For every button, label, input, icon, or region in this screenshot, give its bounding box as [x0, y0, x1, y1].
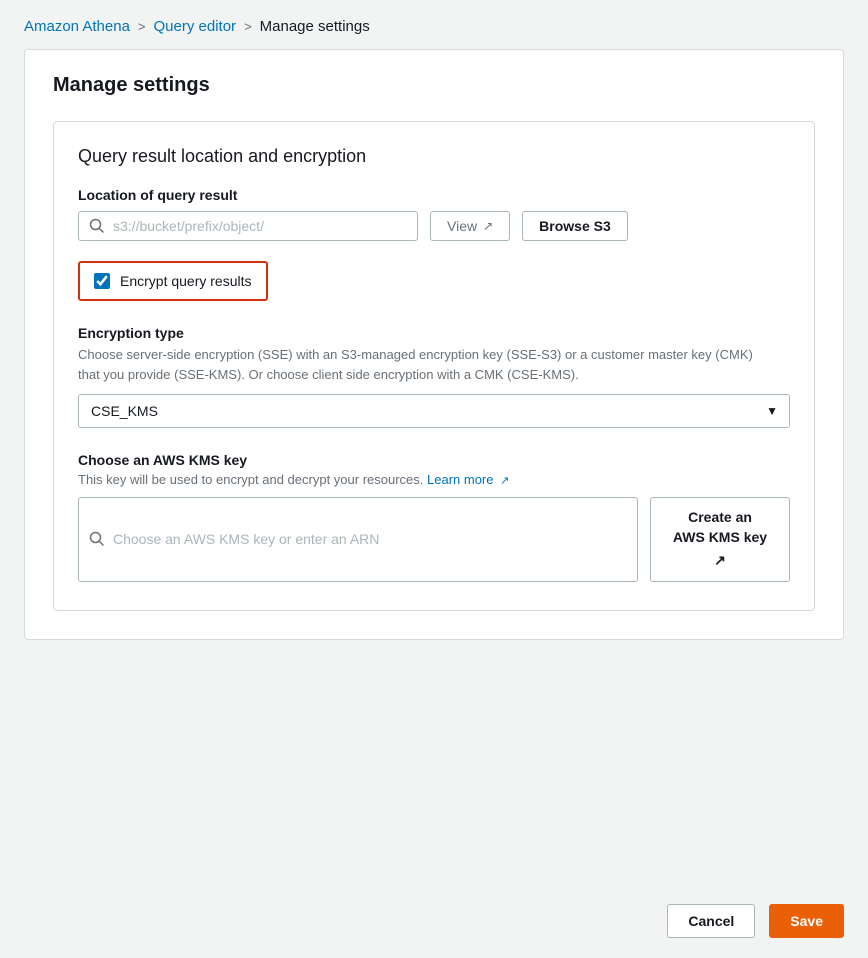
cancel-button[interactable]: Cancel: [667, 904, 755, 938]
breadcrumb-sep-2: >: [244, 19, 252, 34]
encryption-type-desc: Choose server-side encryption (SSE) with…: [78, 345, 758, 384]
main-container: Manage settings Query result location an…: [0, 49, 868, 884]
settings-section: Query result location and encryption Loc…: [53, 121, 815, 611]
encrypt-row[interactable]: Encrypt query results: [78, 261, 268, 301]
footer: Cancel Save: [0, 884, 868, 958]
location-input[interactable]: [113, 218, 407, 234]
kms-key-label: Choose an AWS KMS key: [78, 452, 790, 468]
external-link-icon: ↗: [483, 219, 493, 233]
location-input-wrapper[interactable]: [78, 211, 418, 241]
create-kms-external-icon: ↗: [714, 551, 726, 571]
location-label: Location of query result: [78, 187, 790, 203]
create-kms-key-button[interactable]: Create an AWS KMS key ↗: [650, 497, 790, 582]
save-button[interactable]: Save: [769, 904, 844, 938]
breadcrumb-current: Manage settings: [260, 18, 370, 35]
breadcrumb-link-athena[interactable]: Amazon Athena: [24, 18, 130, 35]
kms-search-wrapper[interactable]: [78, 497, 638, 582]
kms-key-input[interactable]: [113, 531, 627, 547]
encrypt-label[interactable]: Encrypt query results: [120, 273, 252, 289]
card-title: Manage settings: [53, 74, 815, 97]
section-title: Query result location and encryption: [78, 146, 790, 167]
breadcrumb-link-editor[interactable]: Query editor: [154, 18, 237, 35]
kms-key-desc: This key will be used to encrypt and dec…: [78, 472, 790, 487]
search-icon: [89, 218, 105, 234]
kms-search-icon: [89, 531, 105, 547]
kms-input-row: Create an AWS KMS key ↗: [78, 497, 790, 582]
view-button[interactable]: View ↗: [430, 211, 510, 241]
kms-section: Choose an AWS KMS key This key will be u…: [78, 452, 790, 582]
browse-s3-button[interactable]: Browse S3: [522, 211, 628, 241]
encryption-type-label: Encryption type: [78, 325, 790, 341]
encrypt-checkbox[interactable]: [94, 273, 110, 289]
breadcrumb-sep-1: >: [138, 19, 146, 34]
settings-card: Manage settings Query result location an…: [24, 49, 844, 640]
breadcrumb: Amazon Athena > Query editor > Manage se…: [0, 0, 868, 49]
encryption-type-section: Encryption type Choose server-side encry…: [78, 325, 790, 428]
location-input-row: View ↗ Browse S3: [78, 211, 790, 241]
learn-more-external-icon: ↗: [500, 474, 509, 487]
encryption-type-select[interactable]: SSE_S3 SSE_KMS CSE_KMS: [78, 394, 790, 428]
encryption-select-wrapper[interactable]: SSE_S3 SSE_KMS CSE_KMS ▼: [78, 394, 790, 428]
learn-more-link[interactable]: Learn more ↗: [427, 472, 509, 487]
